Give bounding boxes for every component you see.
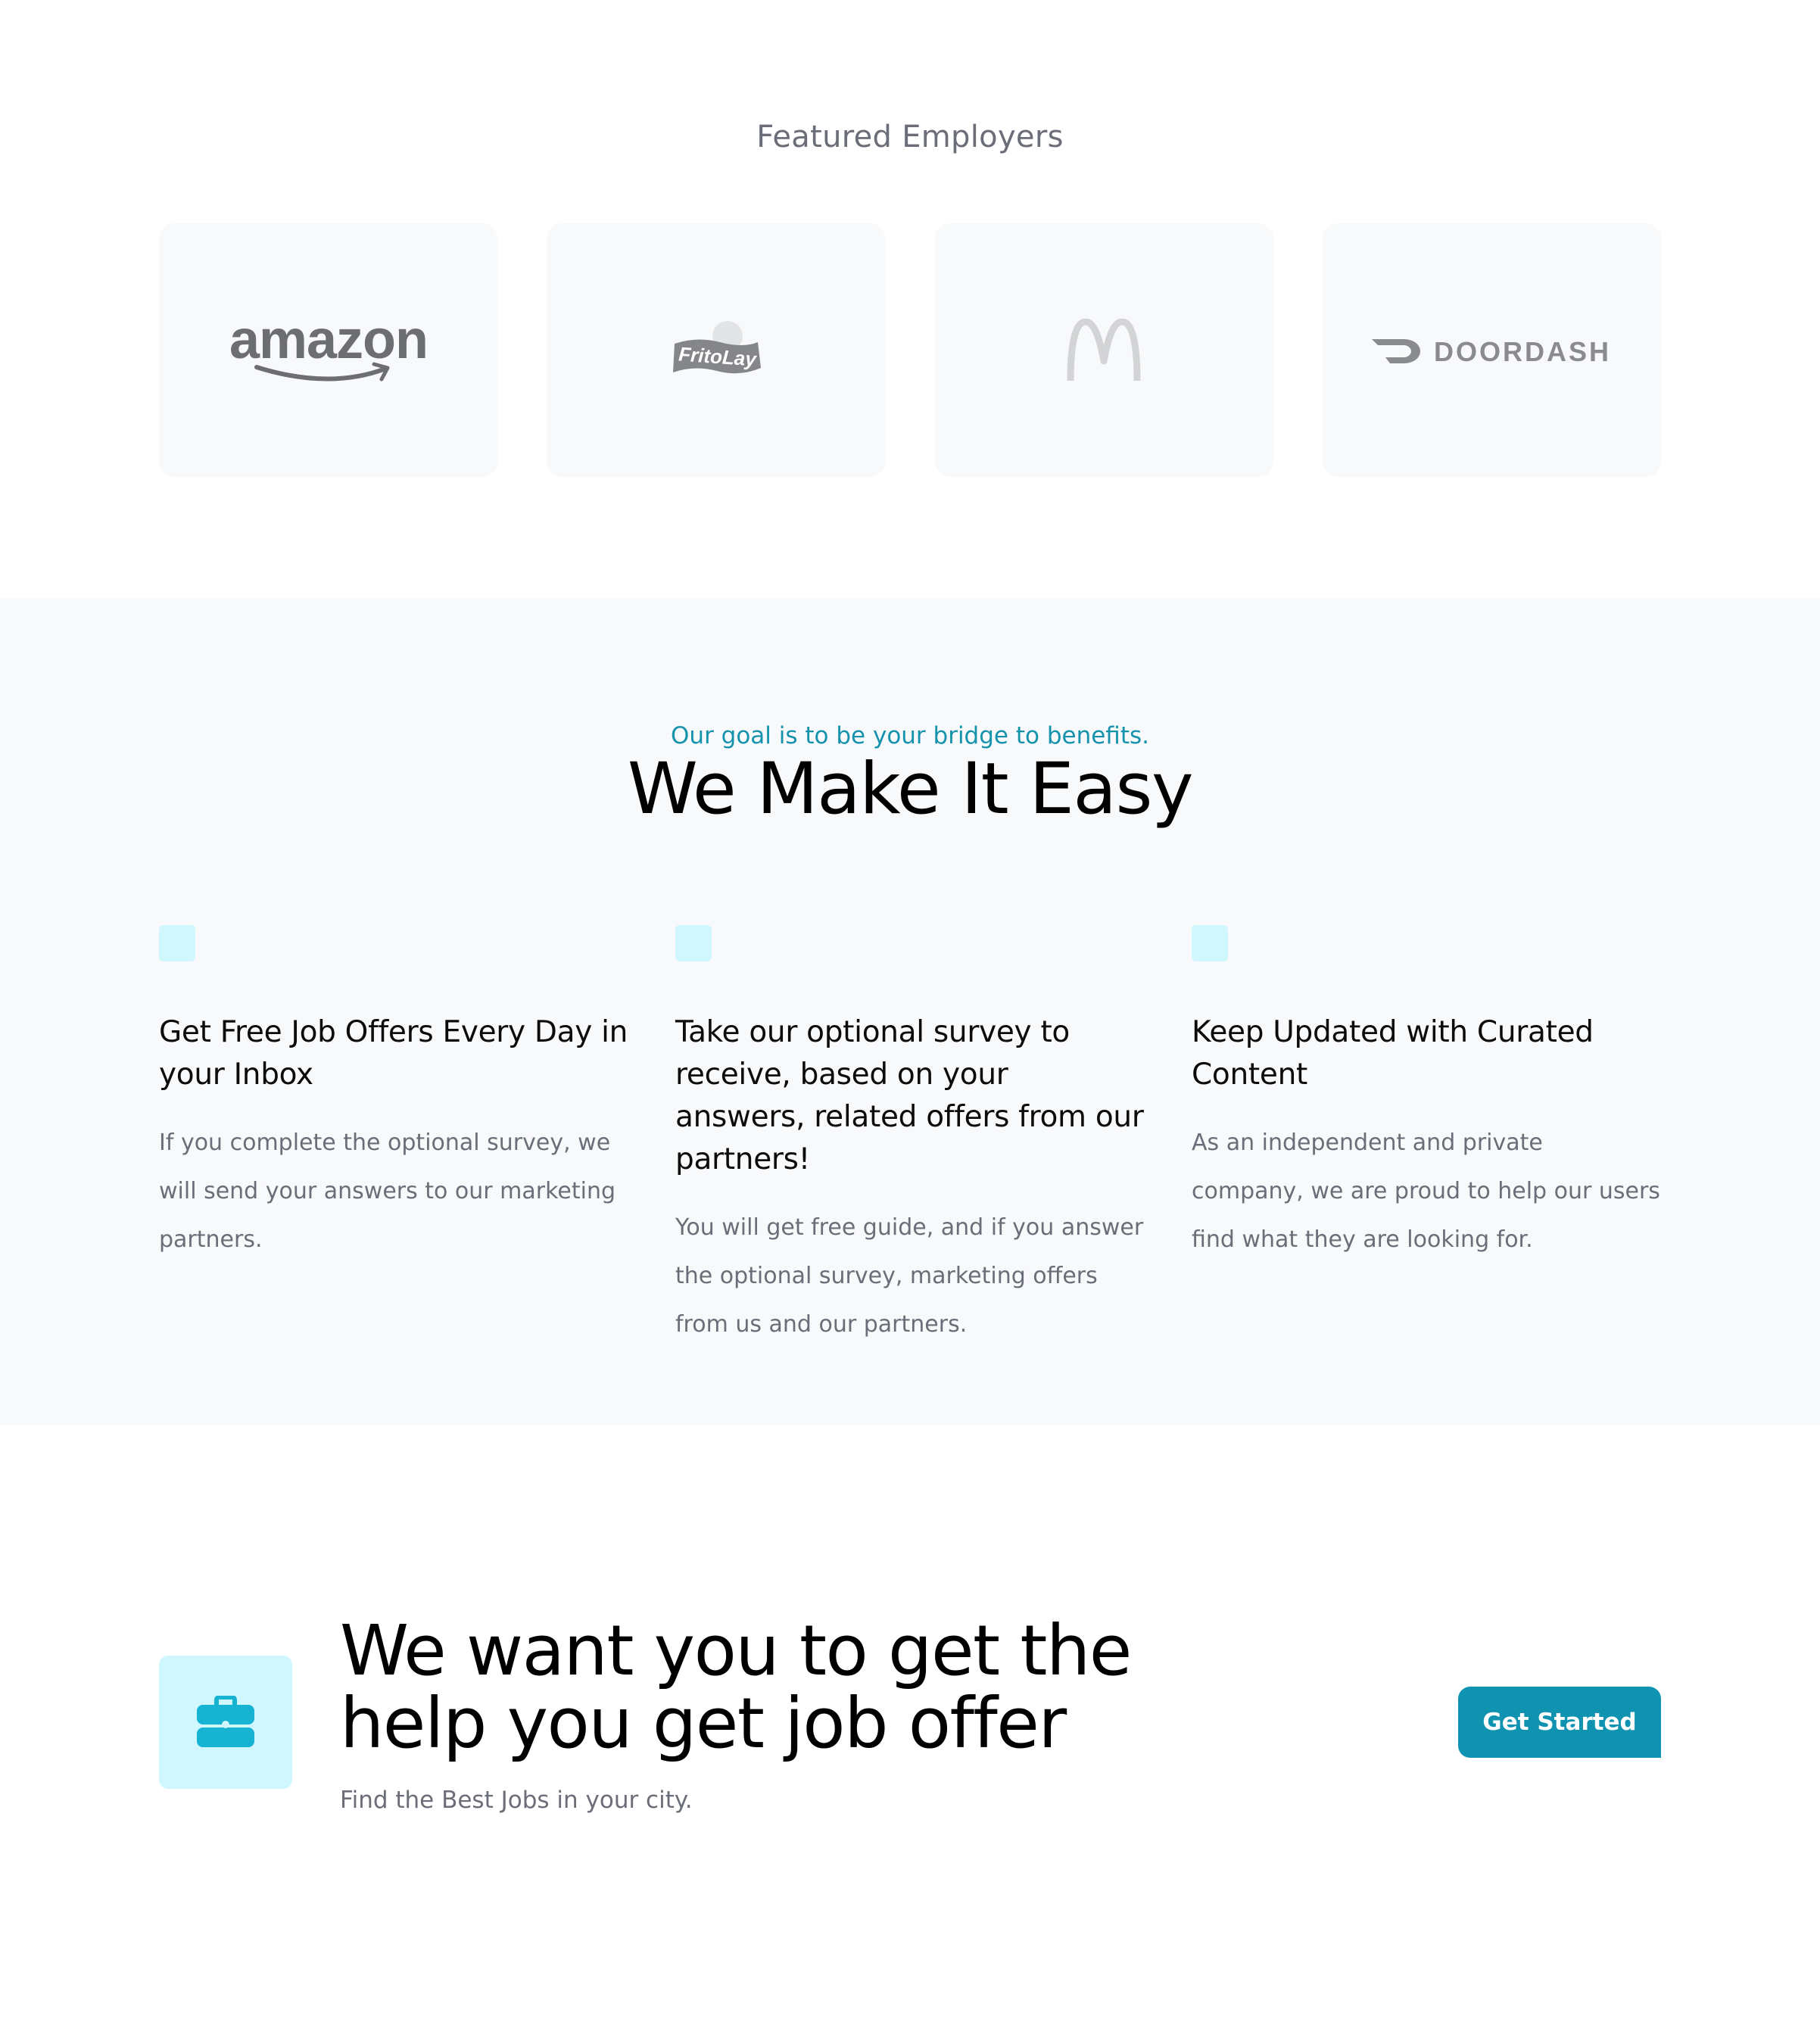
cta-subtitle: Find the Best Jobs in your city. (340, 1787, 693, 1814)
mcdonalds-arches-logo (1067, 318, 1141, 381)
featured-employers-section: Featured Employers amazon FritoLay DOORD… (0, 0, 1820, 598)
cta-title: We want you to get the help you get job … (340, 1610, 1132, 1764)
feature-description: As an independent and private company, w… (1192, 1129, 1660, 1253)
employer-card-mcdonalds[interactable] (934, 223, 1273, 477)
we-make-it-easy-section: Our goal is to be your bridge to benefit… (0, 598, 1820, 1425)
briefcase-icon (197, 1696, 254, 1747)
feature-item: Get Free Job Offers Every Day in your In… (159, 925, 628, 1349)
section-tagline: Our goal is to be your bridge to benefit… (671, 722, 1149, 749)
svg-text:amazon: amazon (229, 313, 427, 370)
feature-item: Keep Updated with Curated Content As an … (1192, 925, 1661, 1349)
section-title: We Make It Easy (627, 748, 1194, 830)
feature-icon (159, 925, 195, 961)
get-started-cta-section: We want you to get the help you get job … (0, 1425, 1820, 2022)
feature-item: Take our optional survey to receive, bas… (675, 925, 1145, 1349)
employer-card-amazon[interactable]: amazon (159, 223, 497, 477)
feature-description: You will get free guide, and if you answ… (675, 1214, 1144, 1338)
amazon-logo: amazon (229, 313, 429, 381)
feature-list: Get Free Job Offers Every Day in your In… (159, 925, 1661, 1349)
featured-employers-title: Featured Employers (756, 120, 1064, 154)
feature-title: Get Free Job Offers Every Day in your In… (159, 1015, 628, 1092)
feature-icon (675, 925, 712, 961)
get-started-button[interactable]: Get Started (1458, 1687, 1661, 1758)
svg-text:DOORDASH: DOORDASH (1434, 336, 1611, 367)
feature-title: Keep Updated with Curated Content (1192, 1015, 1594, 1092)
employer-logo-row: amazon FritoLay DOORDASH (159, 223, 1661, 477)
feature-icon (1192, 925, 1228, 961)
fritolay-logo: FritoLay (672, 320, 761, 373)
employer-card-fritolay[interactable]: FritoLay (547, 223, 886, 477)
employer-card-doordash[interactable]: DOORDASH (1322, 223, 1661, 477)
feature-description: If you complete the optional survey, we … (159, 1129, 616, 1253)
feature-title: Take our optional survey to receive, bas… (675, 1015, 1144, 1176)
doordash-logo: DOORDASH (1372, 336, 1611, 367)
cta-icon-box (159, 1656, 292, 1789)
